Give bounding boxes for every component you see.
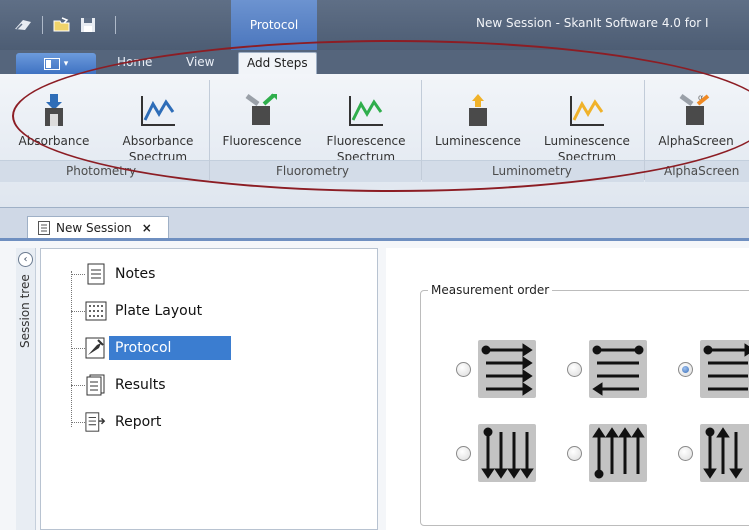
fluorescence-spectrum-icon xyxy=(349,96,383,126)
tree-item-label: Protocol xyxy=(109,336,232,360)
rows-left-right-icon xyxy=(478,340,536,398)
columns-up-icon xyxy=(589,424,647,482)
tree-item-notes[interactable]: Notes xyxy=(71,261,155,287)
tree-item-label: Notes xyxy=(115,266,156,282)
tree-item-label: Plate Layout xyxy=(115,303,203,319)
document-icon xyxy=(38,220,50,235)
session-tree: Notes Plate Layout Protocol Results Repo… xyxy=(40,248,378,530)
chevron-down-icon: ▾ xyxy=(63,58,69,69)
document-tab-strip: New Session × xyxy=(0,208,749,238)
measurement-order-label: Measurement order xyxy=(428,283,553,297)
tree-branch xyxy=(71,310,85,312)
measurement-order-radio-rows-left-right[interactable] xyxy=(456,362,471,377)
measurement-order-group xyxy=(420,290,749,526)
alphascreen-label: AlphaScreen xyxy=(658,134,734,148)
group-label-alphascreen: AlphaScreen xyxy=(664,164,740,178)
columns-down-icon xyxy=(478,424,536,482)
tree-item-report[interactable]: Report xyxy=(71,409,161,435)
open-icon[interactable] xyxy=(49,14,75,36)
measurement-order-radio-columns-up[interactable] xyxy=(567,446,582,461)
document-tab-label: New Session xyxy=(56,220,132,235)
window-title: New Session - SkanIt Software 4.0 for I xyxy=(476,16,709,30)
ribbon-tab-row: ▾ Home View Add Steps xyxy=(0,50,749,74)
tree-item-results[interactable]: Results xyxy=(71,372,166,398)
session-tree-sidebar: ‹ Session tree xyxy=(16,248,36,530)
tab-view[interactable]: View xyxy=(186,55,214,69)
rows-return-icon xyxy=(700,340,749,398)
luminescence-spectrum-line1: Luminescence xyxy=(544,134,630,148)
app-menu-icon[interactable] xyxy=(10,14,36,36)
tree-branch xyxy=(71,421,85,423)
file-menu-button[interactable]: ▾ xyxy=(16,53,96,74)
tree-item-protocol[interactable]: Protocol xyxy=(71,335,232,361)
group-label-fluorometry: Fluorometry xyxy=(276,164,350,178)
tree-item-label: Results xyxy=(115,377,166,393)
report-icon xyxy=(85,410,107,434)
measurement-order-radio-rows-return[interactable] xyxy=(678,362,693,377)
qat-separator xyxy=(115,16,116,34)
luminescence-label: Luminescence xyxy=(435,134,521,148)
file-menu-icon xyxy=(43,57,60,70)
results-icon xyxy=(85,373,107,397)
rows-serpentine-icon xyxy=(589,340,647,398)
columns-serpentine-icon xyxy=(700,424,749,482)
tree-item-label: Report xyxy=(115,414,162,430)
absorbance-icon xyxy=(45,94,63,126)
measurement-order-radio-columns-serpentine[interactable] xyxy=(678,446,693,461)
notes-icon xyxy=(85,262,107,286)
tree-item-plate-layout[interactable]: Plate Layout xyxy=(71,298,202,324)
fluorescence-icon xyxy=(245,93,277,125)
fluorescence-spectrum-line1: Fluorescence xyxy=(326,134,406,148)
luminescence-spectrum-icon xyxy=(570,96,604,126)
protocol-icon xyxy=(85,336,107,360)
collapse-icon[interactable]: ‹ xyxy=(18,252,33,267)
absorbance-label: Absorbance xyxy=(18,134,90,148)
tree-branch xyxy=(71,347,85,349)
tree-branch xyxy=(71,384,85,386)
contextual-tab-protocol[interactable]: Protocol xyxy=(231,0,317,50)
plate-layout-icon xyxy=(85,299,107,323)
group-label-photometry: Photometry xyxy=(66,164,137,178)
measurement-order-radio-rows-serpentine[interactable] xyxy=(567,362,582,377)
qat-separator xyxy=(42,16,43,34)
title-bar: Protocol New Session - SkanIt Software 4… xyxy=(0,0,749,50)
absorbance-spectrum-line1: Absorbance xyxy=(122,134,194,148)
alphascreen-icon: α xyxy=(679,93,710,125)
close-icon[interactable]: × xyxy=(142,221,152,235)
fluorescence-label: Fluorescence xyxy=(222,134,302,148)
ribbon-panel: Absorbance Absorbance Spectrum Fluoresce… xyxy=(0,74,749,208)
group-label-luminometry: Luminometry xyxy=(492,164,572,178)
document-tab-new-session[interactable]: New Session × xyxy=(27,216,169,238)
tree-branch xyxy=(71,273,85,275)
session-tree-label[interactable]: Session tree xyxy=(18,274,32,354)
save-icon[interactable] xyxy=(75,14,101,36)
measurement-order-radio-columns-down[interactable] xyxy=(456,446,471,461)
tab-home[interactable]: Home xyxy=(117,55,152,69)
quick-access-toolbar xyxy=(10,14,122,36)
luminescence-icon xyxy=(469,94,487,126)
tab-add-steps[interactable]: Add Steps xyxy=(238,52,317,74)
absorbance-spectrum-icon xyxy=(141,96,175,126)
